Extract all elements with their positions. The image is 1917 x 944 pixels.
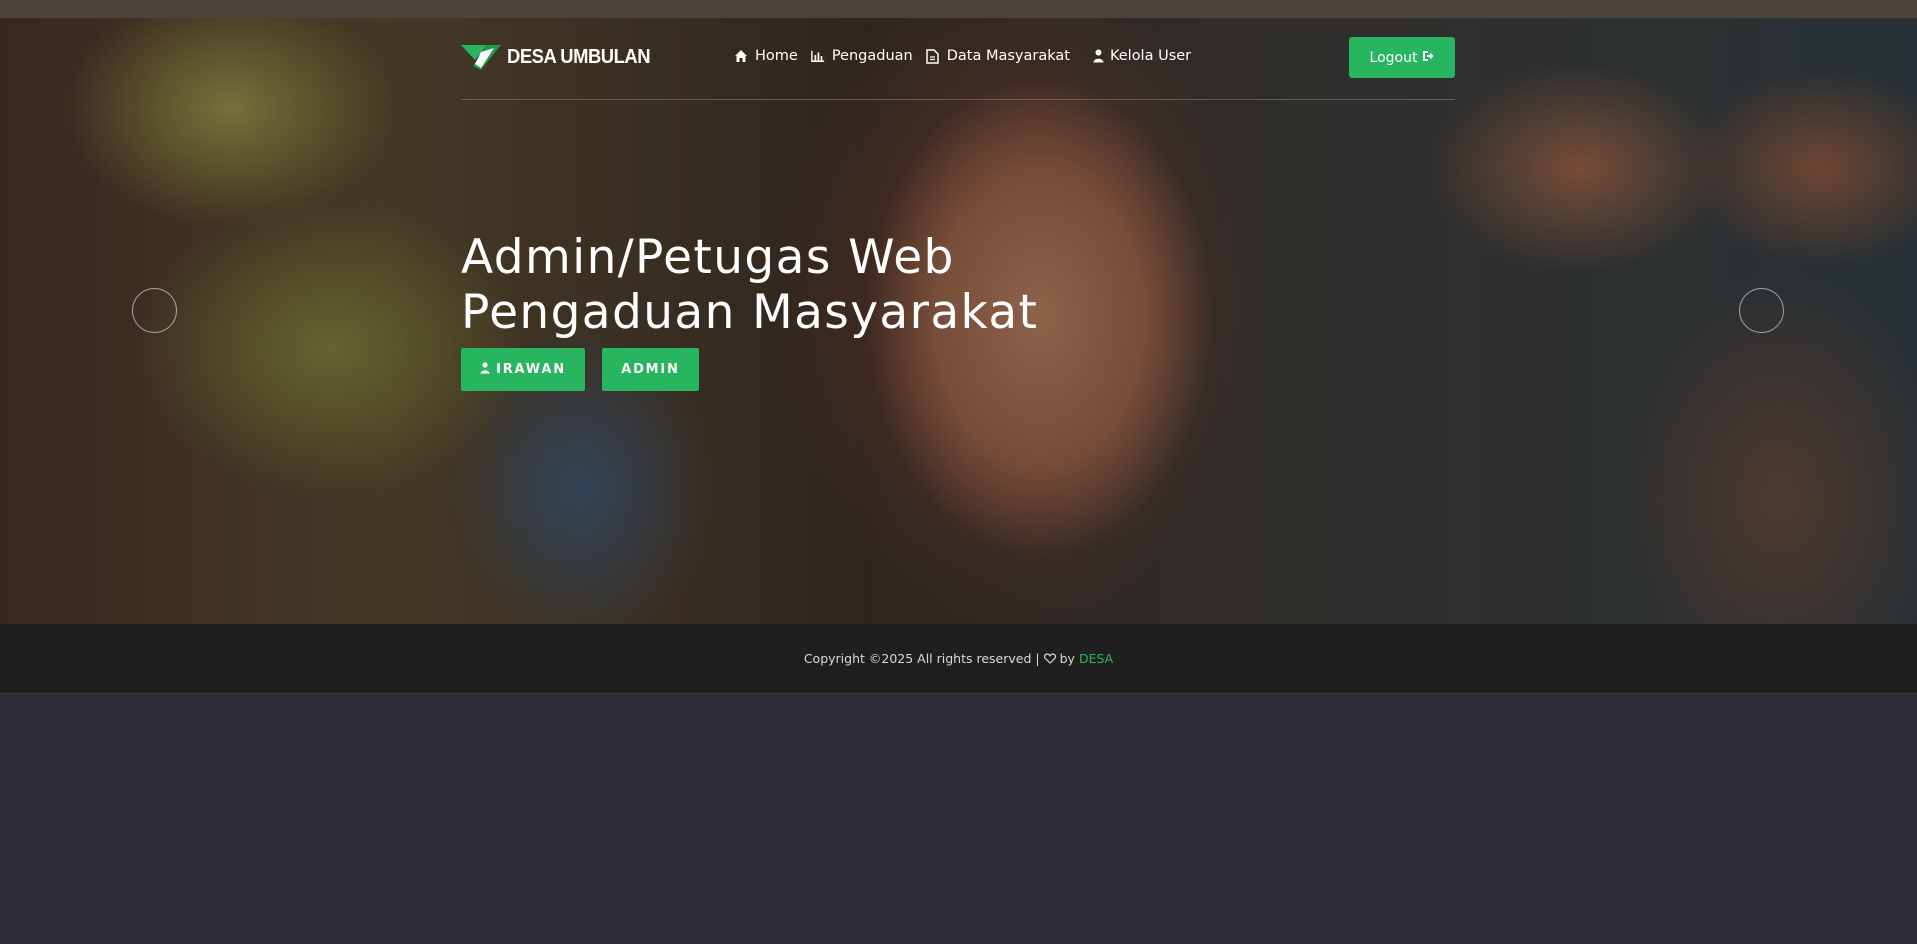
hero-title-line-2: Pengaduan Masyarakat [461, 285, 1039, 340]
top-strip [0, 0, 1917, 18]
brand-logo-icon [461, 45, 501, 70]
bar-chart-icon [811, 49, 825, 63]
nav-item-label: Pengaduan [831, 48, 913, 64]
carousel-next-button[interactable] [1739, 288, 1784, 333]
footer-brand-link[interactable]: DESA [1079, 651, 1113, 666]
copyright-text: Copyright ©2025 All rights reserved | [803, 651, 1040, 666]
logout-label: Logout [1369, 49, 1418, 66]
logout-button[interactable]: Logout [1349, 37, 1455, 78]
user-icon [1092, 49, 1106, 63]
heart-icon [1043, 653, 1056, 664]
brand[interactable]: DESA UMBULAN [461, 42, 662, 72]
user-name-label: IRAWAN [496, 362, 566, 377]
footer-by-text: by [1059, 651, 1075, 666]
nav-item-home[interactable]: Home [734, 48, 798, 64]
role-label: ADMIN [621, 362, 680, 377]
carousel-prev-button[interactable] [132, 288, 177, 333]
nav-item-label: Data Masyarakat [946, 48, 1070, 64]
footer: Copyright ©2025 All rights reserved | by… [0, 624, 1917, 694]
hero-buttons: IRAWAN ADMIN [461, 348, 699, 391]
hero-title-line-1: Admin/Petugas Web [461, 230, 955, 285]
navbar: DESA UMBULAN Home Pengaduan Data Masyara… [461, 18, 1455, 100]
nav-item-kelola-user[interactable]: Kelola User [1092, 48, 1191, 64]
nav-item-label: Home [755, 48, 798, 64]
nav-item-label: Kelola User [1109, 48, 1192, 64]
user-name-button[interactable]: IRAWAN [461, 348, 585, 391]
role-button[interactable]: ADMIN [602, 348, 699, 391]
home-icon [734, 49, 748, 63]
user-icon [480, 361, 490, 378]
file-icon [926, 48, 940, 64]
main-nav: Home Pengaduan Data Masyarakat Kelola Us… [734, 48, 1191, 64]
hero-title: Admin/Petugas Web Pengaduan Masyarakat [461, 230, 1038, 340]
sign-out-icon [1422, 50, 1434, 66]
brand-name: DESA UMBULAN [507, 45, 651, 68]
nav-item-data-masyarakat[interactable]: Data Masyarakat [926, 48, 1070, 64]
nav-item-pengaduan[interactable]: Pengaduan [811, 48, 913, 64]
